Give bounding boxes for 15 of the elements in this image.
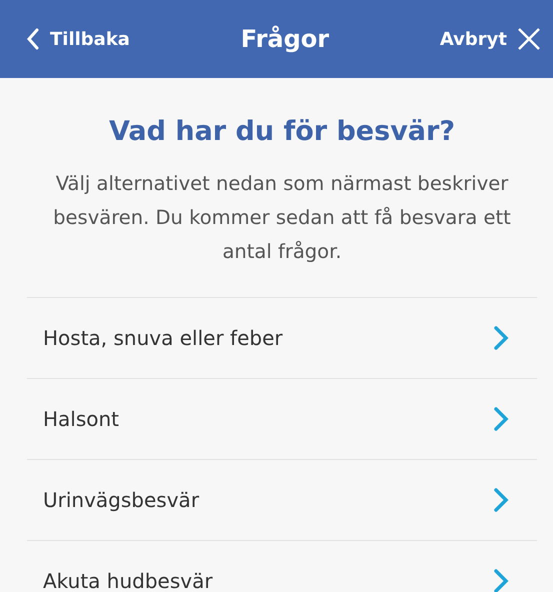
option-row[interactable]: Akuta hudbesvär — [27, 541, 537, 592]
option-row[interactable]: Hosta, snuva eller feber — [27, 298, 537, 379]
option-row[interactable]: Halsont — [27, 379, 537, 460]
chevron-right-icon — [493, 406, 509, 432]
instruction-text: Välj alternativet nedan som närmast beskriver besvären. Du kommer sedan att få besvara ett antal frågor. — [52, 171, 512, 265]
close-icon — [517, 27, 541, 51]
screen-title: Frågor — [240, 25, 330, 53]
chevron-left-icon — [26, 28, 40, 50]
cancel-button[interactable]: Avbryt — [440, 27, 541, 51]
option-row[interactable]: Urinvägsbesvär — [27, 460, 537, 541]
back-button[interactable]: Tillbaka — [26, 28, 130, 50]
chevron-right-icon — [493, 487, 509, 513]
chevron-right-icon — [493, 568, 509, 592]
question-heading: Vad har du för besvär? — [108, 116, 456, 147]
chevron-right-icon — [493, 325, 509, 351]
